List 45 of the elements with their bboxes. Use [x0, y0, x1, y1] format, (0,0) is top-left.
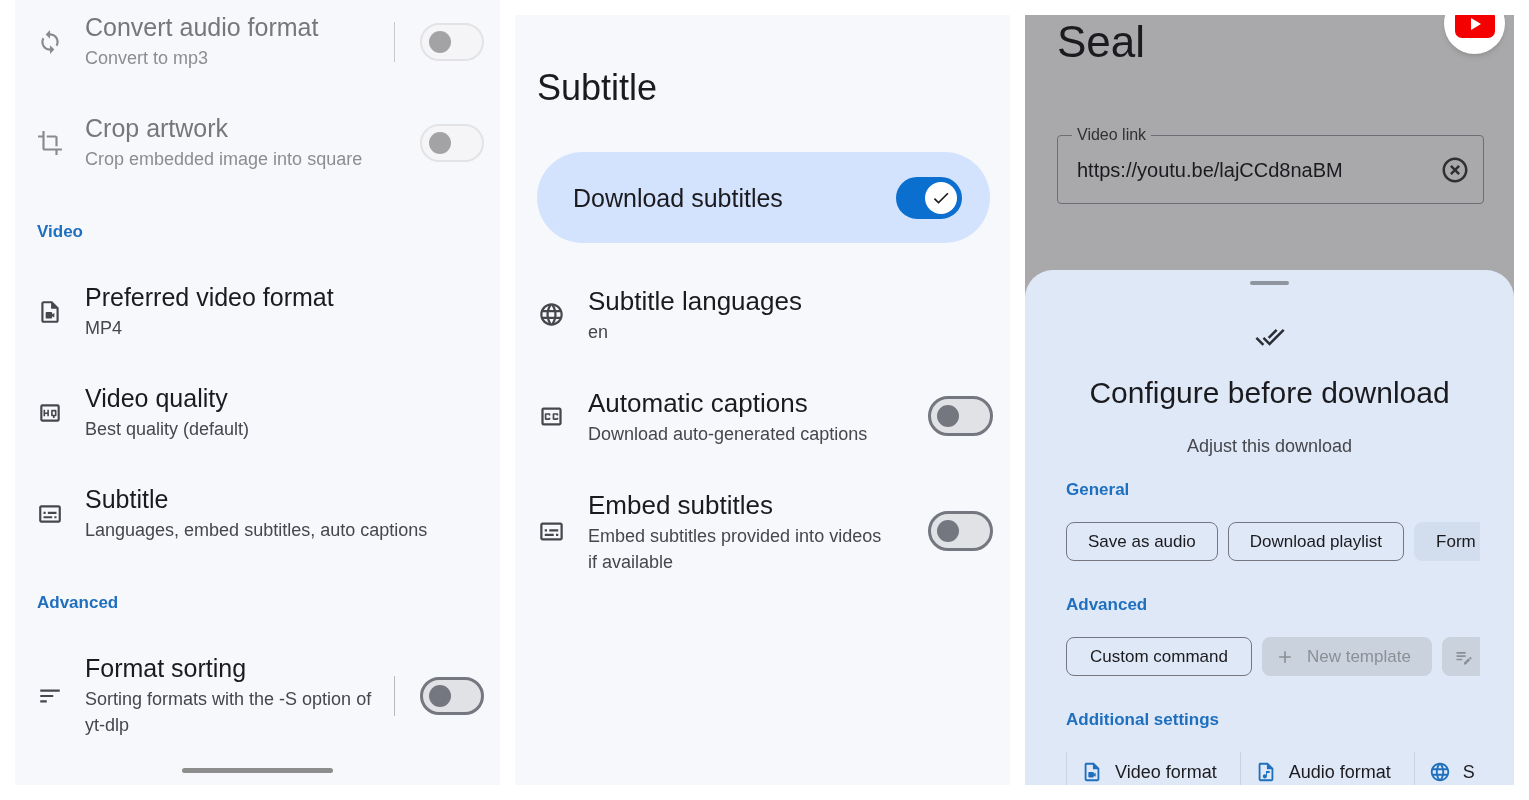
setting-description: MP4 — [85, 317, 122, 340]
setting-title: Crop artwork — [85, 113, 229, 143]
toggle-switch[interactable] — [896, 176, 962, 219]
main-switch-card[interactable]: Download subtitles — [537, 152, 990, 243]
crop-icon — [37, 129, 63, 156]
setting-description: Sorting formats with the -S option of yt-dlp — [85, 688, 373, 737]
setting-title: Subtitle — [85, 484, 169, 514]
option-button[interactable]: S — [1413, 752, 1480, 785]
app-title: Seal — [1057, 20, 1146, 64]
filter-chip[interactable]: Save as audio — [1066, 522, 1218, 561]
toggle-switch[interactable] — [928, 511, 993, 551]
chip-button[interactable]: Custom command — [1066, 637, 1252, 676]
filter-chip[interactable]: Download playlist — [1227, 522, 1405, 561]
option-button[interactable]: Audio format — [1239, 752, 1414, 785]
drag-handle[interactable] — [1250, 281, 1289, 285]
page-title: Subtitle — [537, 66, 658, 110]
setting-title: Format sorting — [85, 653, 247, 683]
switch-label: Download subtitles — [573, 182, 783, 214]
section-header: Additional settings — [1066, 709, 1219, 731]
setting-title: Automatic captions — [588, 387, 808, 420]
setting-description: Crop embedded image into square — [85, 148, 363, 171]
section-header: Advanced — [1066, 594, 1148, 616]
setting-title: Preferred video format — [85, 282, 334, 312]
section-header: General — [1066, 479, 1130, 501]
setting-description: Languages, embed subtitles, auto captions — [85, 519, 428, 542]
option-button[interactable]: Video format — [1066, 752, 1240, 785]
section-header: Video — [37, 221, 83, 243]
setting-description: en — [588, 321, 609, 344]
toggle-switch[interactable] — [928, 396, 993, 436]
setting-title: Convert audio format — [85, 12, 319, 42]
globe-icon — [538, 300, 565, 328]
setting-description: Best quality (default) — [85, 418, 250, 441]
section-header: Advanced — [37, 592, 119, 614]
toggle-switch[interactable] — [420, 676, 484, 715]
sheet-subtitle: Adjust this download — [1186, 435, 1353, 458]
play-logo-icon — [1454, 15, 1495, 38]
globe-icon — [1428, 761, 1451, 783]
filter-chip[interactable]: Form — [1414, 522, 1480, 561]
setting-description: Convert to mp3 — [85, 47, 209, 70]
setting-title: Embed subtitles — [588, 489, 773, 522]
setting-title: Subtitle languages — [588, 285, 802, 318]
setting-title: Video quality — [85, 383, 228, 413]
sheet-title: Configure before download — [1089, 375, 1450, 411]
setting-description: Download auto-generated captions — [588, 423, 868, 446]
setting-description: Embed subtitles provided into videos if available — [588, 525, 883, 574]
